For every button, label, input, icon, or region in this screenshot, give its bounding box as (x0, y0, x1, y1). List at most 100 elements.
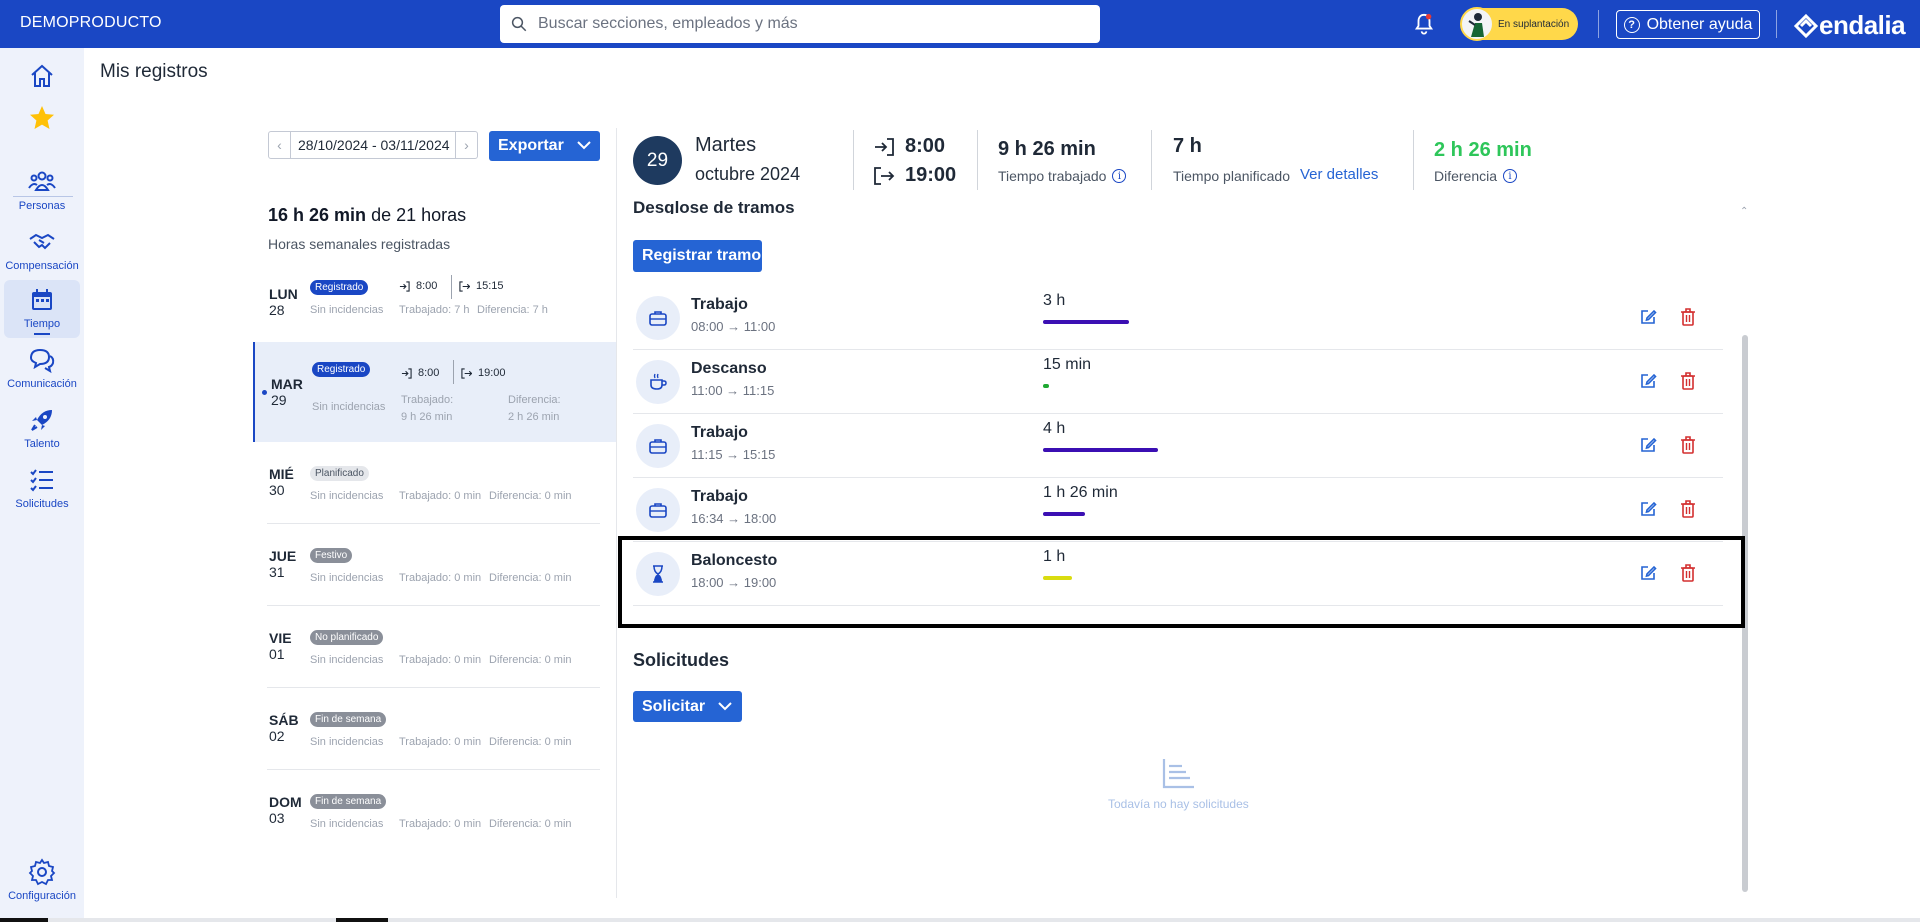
day-row-vie[interactable]: VIE 01 No planificado Sin incidencias Tr… (253, 625, 616, 705)
calendar-icon (32, 289, 52, 310)
difference-text: Diferencia: 0 min (489, 572, 572, 584)
trash-icon[interactable] (1679, 435, 1697, 455)
tramo-icon-circle (636, 360, 680, 404)
divider (453, 360, 454, 384)
trash-icon[interactable] (1679, 499, 1697, 519)
month-year: octubre 2024 (695, 164, 801, 184)
day-name: MAR (271, 376, 303, 392)
tramo-name: Descanso (691, 360, 767, 377)
status-badge: Planificado (310, 466, 369, 481)
day-row-dom[interactable]: DOM 03 Fin de semana Sin incidencias Tra… (253, 789, 616, 869)
requests-title: Solicitudes (633, 650, 730, 670)
clock-out-time: 19:00 (873, 164, 956, 187)
day-name: SÁB (269, 712, 299, 728)
tramo-duration: 3 h (1043, 292, 1066, 309)
day-name: MIÉ (269, 466, 294, 482)
worked-time-value: 9 h 26 min (998, 138, 1096, 160)
notification-bell-icon[interactable] (1413, 12, 1435, 36)
difference-text: Diferencia: 0 min (489, 654, 572, 666)
bottom-strip (0, 918, 1920, 922)
tramo-icon-circle (636, 488, 680, 532)
incidences-text: Sin incidencias (312, 401, 386, 413)
tramo-duration: 15 min (1043, 356, 1092, 373)
tramo-name: Trabajo (691, 296, 748, 313)
row-divider (267, 605, 600, 606)
divider (1776, 10, 1777, 38)
nav-label: Solicitudes (15, 498, 69, 510)
company-name[interactable]: DEMOPRODUCTO (20, 14, 162, 32)
next-week-button[interactable]: › (455, 132, 477, 158)
help-button[interactable]: ? Obtener ayuda (1616, 10, 1760, 39)
row-divider (267, 523, 600, 524)
nav-compensacion[interactable]: Compensación (0, 228, 84, 272)
day-number: 31 (269, 564, 285, 580)
trash-icon[interactable] (1679, 307, 1697, 327)
row-divider (267, 769, 600, 770)
user-figure-icon (1468, 13, 1484, 37)
previous-week-button[interactable]: ‹ (269, 132, 291, 158)
trash-icon[interactable] (1679, 371, 1697, 391)
difference-value: 2 h 26 min (1434, 139, 1532, 161)
gear-icon (28, 858, 56, 886)
search-box[interactable] (500, 5, 1100, 43)
nav-solicitudes[interactable]: Solicitudes (0, 466, 84, 510)
info-icon[interactable]: i (1503, 169, 1518, 183)
nav-tiempo[interactable]: Tiempo (0, 280, 84, 338)
day-number: 03 (269, 810, 285, 826)
date-range-value[interactable]: 28/10/2024 - 03/11/2024 (291, 137, 455, 153)
chevron-down-icon (577, 141, 591, 150)
day-row-jue[interactable]: JUE 31 Festivo Sin incidencias Trabajado… (253, 543, 616, 623)
info-icon[interactable]: i (1112, 169, 1127, 183)
search-icon (511, 16, 527, 32)
date-range-picker[interactable]: ‹ 28/10/2024 - 03/11/2024 › (268, 131, 478, 159)
tramo-duration-bar (1043, 384, 1049, 388)
impersonation-badge[interactable]: En suplantación (1460, 7, 1578, 41)
divider (853, 130, 854, 190)
register-tramo-button[interactable]: Registrar tramo (633, 240, 762, 272)
tramo-range: 08:00 → 11:00 (691, 319, 776, 334)
difference-value: 2 h 26 min (508, 411, 560, 423)
handshake-icon (29, 233, 55, 250)
difference-label: Diferencia i (1434, 168, 1518, 184)
divider (1598, 10, 1599, 38)
column-divider (616, 128, 617, 898)
worked-text: Trabajado: 7 h (399, 304, 470, 316)
nav-configuracion[interactable]: Configuración (0, 858, 84, 902)
collapse-icon[interactable]: ⌃ (1740, 206, 1748, 217)
chat-icon (29, 348, 55, 374)
nav-personas[interactable]: Personas (0, 168, 84, 212)
status-badge: Festivo (310, 548, 353, 563)
day-row-sab[interactable]: SÁB 02 Fin de semana Sin incidencias Tra… (253, 707, 616, 787)
incidences-text: Sin incidencias (310, 818, 384, 830)
nav-home[interactable] (0, 62, 84, 94)
divider (1413, 130, 1414, 190)
left-nav: Personas Compensación Tiempo Comunicació… (0, 48, 84, 922)
search-input[interactable] (538, 15, 1078, 33)
nav-comunicacion[interactable]: Comunicación (0, 346, 84, 390)
day-row-mie[interactable]: MIÉ 30 Planificado Sin incidencias Traba… (253, 461, 616, 541)
incidences-text: Sin incidencias (310, 490, 384, 502)
briefcase-icon (649, 311, 667, 326)
active-indicator (34, 333, 50, 335)
request-button[interactable]: Solicitar (633, 691, 742, 722)
edit-icon[interactable] (1639, 308, 1657, 326)
difference-label: Diferencia: (508, 394, 561, 406)
sign-in-icon (875, 137, 894, 156)
view-details-link[interactable]: Ver detalles (1300, 166, 1378, 183)
day-row-mar[interactable]: MAR 29 Registrado Sin incidencias 8:00 1… (253, 342, 616, 442)
top-bar: DEMOPRODUCTO En suplantación ? Obtener a… (0, 0, 1920, 48)
edit-icon[interactable] (1639, 436, 1657, 454)
empty-list-icon (1162, 759, 1194, 789)
sign-out-icon (874, 166, 895, 185)
nav-favorites[interactable] (0, 104, 84, 136)
sign-out-icon (461, 367, 472, 379)
endalia-logo[interactable]: endalia (1793, 10, 1906, 41)
edit-icon[interactable] (1639, 372, 1657, 390)
export-button[interactable]: Exportar (489, 131, 600, 161)
section-title-tramos: Desglose de tramos (633, 200, 795, 214)
nav-talento[interactable]: Talento (0, 406, 84, 450)
edit-icon[interactable] (1639, 500, 1657, 518)
worked-text: Trabajado: 0 min (399, 818, 482, 830)
checklist-icon (30, 469, 53, 492)
incidences-text: Sin incidencias (310, 572, 384, 584)
